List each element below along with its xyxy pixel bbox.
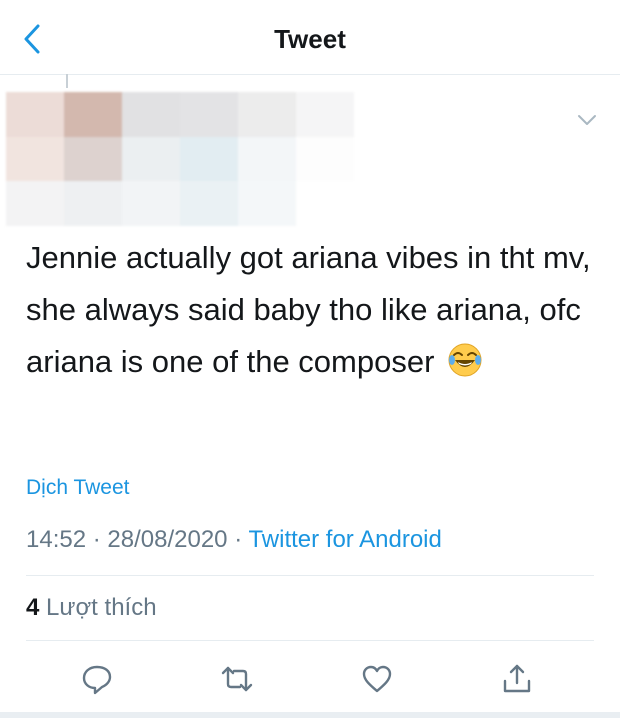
thread-line <box>66 74 68 88</box>
tweet-metadata: 14:52 · 28/08/2020 · Twitter for Android <box>26 526 442 554</box>
tweet-body: Jennie actually got ariana vibes in tht … <box>26 232 606 388</box>
share-icon <box>503 664 531 693</box>
likes-summary[interactable]: 4 Lượt thích <box>26 594 157 622</box>
chevron-down-icon <box>578 115 596 125</box>
more-options-button[interactable] <box>576 112 598 128</box>
like-button[interactable] <box>360 662 394 696</box>
tweet-actions-bar <box>0 652 620 708</box>
meta-separator: · <box>92 526 101 553</box>
divider <box>26 640 594 641</box>
top-bar: Tweet <box>0 0 620 75</box>
share-button[interactable] <box>500 662 534 696</box>
bottom-edge <box>0 712 620 718</box>
tweet-time: 14:52 <box>26 526 87 553</box>
blurred-user-info <box>6 92 354 226</box>
retweet-button[interactable] <box>220 662 254 696</box>
likes-count: 4 <box>26 594 40 621</box>
tweet-source-link[interactable]: Twitter for Android <box>248 526 441 553</box>
laughing-emoji-icon <box>448 343 482 377</box>
tweet-date: 28/08/2020 <box>107 526 228 553</box>
likes-label: Lượt thích <box>46 594 157 621</box>
meta-separator: · <box>234 526 243 553</box>
reply-icon <box>82 665 112 695</box>
page-title: Tweet <box>274 24 346 54</box>
divider <box>26 575 594 576</box>
translate-tweet-link[interactable]: Dịch Tweet <box>26 476 130 500</box>
reply-button[interactable] <box>80 662 114 696</box>
tweet-text: Jennie actually got ariana vibes in tht … <box>26 240 591 379</box>
retweet-icon <box>221 666 253 692</box>
heart-icon <box>362 665 392 693</box>
